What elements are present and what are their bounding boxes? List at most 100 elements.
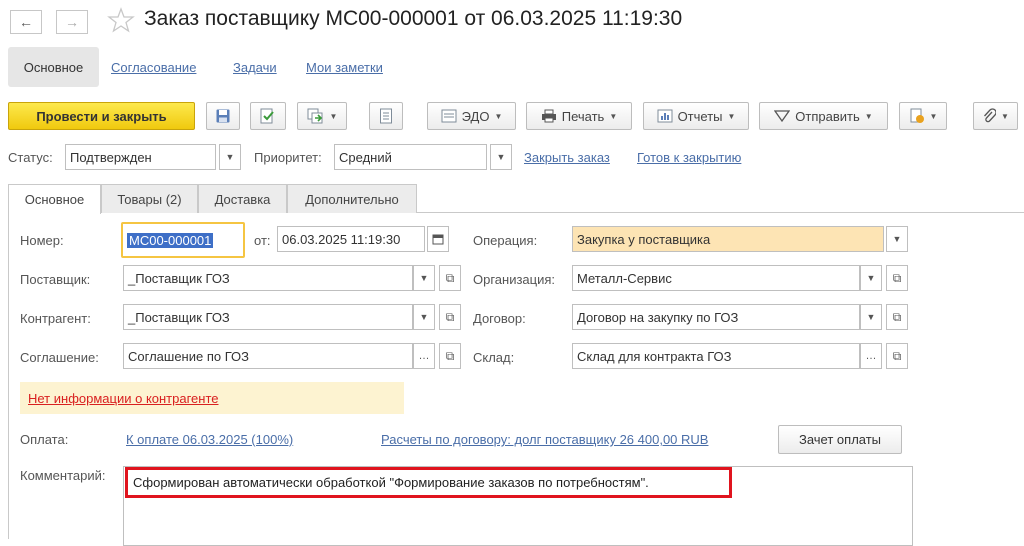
date-from-label: от:: [254, 233, 271, 248]
operation-select[interactable]: Закупка у поставщика: [572, 226, 884, 252]
status-dropdown-button[interactable]: ▼: [219, 144, 241, 170]
priority-select[interactable]: Средний: [334, 144, 487, 170]
calendar-button[interactable]: [427, 226, 449, 252]
status-value: Подтвержден: [70, 149, 152, 165]
back-button[interactable]: ←: [10, 10, 42, 34]
contract-field[interactable]: Договор на закупку по ГОЗ: [572, 304, 860, 330]
no-counterparty-info-link[interactable]: Нет информации о контрагенте: [28, 391, 219, 406]
comment-value: Сформирован автоматически обработкой "Фо…: [133, 475, 649, 490]
reports-button[interactable]: Отчеты ▼: [643, 102, 749, 130]
nav-tab-main[interactable]: Основное: [8, 47, 99, 87]
warehouse-field[interactable]: Склад для контракта ГОЗ: [572, 343, 860, 369]
print-button[interactable]: Печать ▼: [526, 102, 632, 130]
counterparty-field[interactable]: _Поставщик ГОЗ: [123, 304, 413, 330]
contract-dropdown-button[interactable]: ▼: [860, 304, 882, 330]
contract-open-button[interactable]: ⧉: [886, 304, 908, 330]
nav-tab-tasks[interactable]: Задачи: [233, 60, 277, 75]
dropdown-arrow-icon: ▼: [494, 111, 503, 121]
tab-main[interactable]: Основное: [8, 184, 101, 214]
save-button[interactable]: [206, 102, 240, 130]
post-and-close-button[interactable]: Провести и закрыть: [8, 102, 195, 130]
offset-payment-label: Зачет оплаты: [798, 432, 882, 447]
reports-icon: [657, 109, 673, 123]
payment-link[interactable]: К оплате 06.03.2025 (100%): [126, 432, 293, 447]
tab-goods[interactable]: Товары (2): [101, 184, 198, 213]
ready-to-close-link[interactable]: Готов к закрытию: [637, 150, 741, 165]
organization-open-button[interactable]: ⧉: [886, 265, 908, 291]
tab-additional[interactable]: Дополнительно: [287, 184, 417, 213]
post-and-close-label: Провести и закрыть: [36, 108, 167, 124]
number-value: МС00-000001: [127, 232, 214, 248]
chevron-down-icon: ▼: [866, 312, 876, 322]
counterparty-open-button[interactable]: ⧉: [439, 304, 461, 330]
operation-dropdown-button[interactable]: ▼: [886, 226, 908, 252]
warehouse-open-button[interactable]: ⧉: [886, 343, 908, 369]
calendar-icon: [432, 233, 444, 245]
attachments-button[interactable]: ▼: [973, 102, 1018, 130]
agreement-open-button[interactable]: ⧉: [439, 343, 461, 369]
send-icon: [774, 109, 791, 123]
floppy-icon: [215, 108, 231, 124]
organization-label: Организация:: [473, 272, 556, 287]
send-button[interactable]: Отправить ▼: [759, 102, 888, 130]
settlements-link[interactable]: Расчеты по договору: долг поставщику 26 …: [381, 432, 708, 447]
comment-highlight: Сформирован автоматически обработкой "Фо…: [125, 467, 732, 498]
edo-button[interactable]: ЭДО ▼: [427, 102, 516, 130]
contract-label: Договор:: [473, 311, 526, 326]
open-icon: ⧉: [892, 309, 902, 324]
edo-icon: [441, 109, 457, 123]
warehouse-value: Склад для контракта ГОЗ: [577, 348, 732, 364]
dropdown-arrow-icon: ▼: [727, 111, 736, 121]
create-based-on-icon: [307, 108, 325, 124]
agreement-select-button[interactable]: …: [413, 343, 435, 369]
counterparty-value: _Поставщик ГОЗ: [128, 309, 230, 325]
warehouse-label: Склад:: [473, 350, 515, 365]
forward-button[interactable]: →: [56, 10, 88, 34]
priority-label: Приоритет:: [254, 150, 322, 165]
post-document-button[interactable]: [250, 102, 286, 130]
comment-label: Комментарий:: [20, 468, 106, 483]
printer-icon: [541, 109, 557, 123]
operation-label: Операция:: [473, 233, 538, 248]
organization-value: Металл-Сервис: [577, 270, 672, 286]
nav-tab-notes[interactable]: Мои заметки: [306, 60, 383, 75]
list-icon: [379, 108, 393, 124]
document-icon: [909, 108, 925, 124]
edo-label: ЭДО: [461, 108, 490, 124]
chevron-down-icon: ▼: [419, 312, 429, 322]
open-icon: ⧉: [445, 309, 455, 324]
chevron-down-icon: ▼: [892, 234, 902, 244]
structure-button[interactable]: [369, 102, 403, 130]
date-field[interactable]: 06.03.2025 11:19:30: [277, 226, 425, 252]
favorite-star-icon[interactable]: [107, 6, 135, 34]
organization-dropdown-button[interactable]: ▼: [860, 265, 882, 291]
status-select[interactable]: Подтвержден: [65, 144, 216, 170]
paperclip-icon: [982, 108, 997, 124]
supplier-field[interactable]: _Поставщик ГОЗ: [123, 265, 413, 291]
counterparty-dropdown-button[interactable]: ▼: [413, 304, 435, 330]
dropdown-arrow-icon: ▼: [929, 111, 938, 121]
open-icon: ⧉: [445, 348, 455, 363]
payment-label: Оплата:: [20, 432, 69, 447]
supplier-open-button[interactable]: ⧉: [439, 265, 461, 291]
offset-payment-button[interactable]: Зачет оплаты: [778, 425, 902, 454]
nav-tab-approval[interactable]: Согласование: [111, 60, 196, 75]
chevron-down-icon: ▼: [496, 152, 506, 162]
dropdown-arrow-icon: ▼: [609, 111, 618, 121]
reports-label: Отчеты: [677, 108, 723, 124]
tab-delivery[interactable]: Доставка: [198, 184, 287, 213]
additional-info-button[interactable]: ▼: [899, 102, 947, 130]
organization-field[interactable]: Металл-Сервис: [572, 265, 860, 291]
close-order-link[interactable]: Закрыть заказ: [524, 150, 610, 165]
number-field[interactable]: МС00-000001: [121, 222, 245, 258]
priority-dropdown-button[interactable]: ▼: [490, 144, 512, 170]
arrow-right-icon: →: [65, 14, 79, 30]
create-based-on-button[interactable]: ▼: [297, 102, 347, 130]
agreement-label: Соглашение:: [20, 350, 99, 365]
dropdown-arrow-icon: ▼: [1001, 111, 1009, 121]
agreement-field[interactable]: Соглашение по ГОЗ: [123, 343, 413, 369]
supplier-dropdown-button[interactable]: ▼: [413, 265, 435, 291]
priority-value: Средний: [339, 149, 392, 165]
counterparty-warning-panel: Нет информации о контрагенте: [20, 382, 404, 414]
warehouse-select-button[interactable]: …: [860, 343, 882, 369]
